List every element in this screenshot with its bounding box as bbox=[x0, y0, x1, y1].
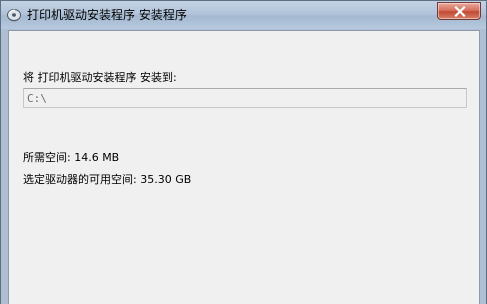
required-space-label: 所需空间: 14.6 MB bbox=[23, 151, 120, 164]
client-area: 将 打印机驱动安装程序 安装到: 所需空间: 14.6 MB 选定驱动器的可用空… bbox=[8, 30, 480, 304]
close-button[interactable] bbox=[437, 2, 481, 20]
window-title: 打印机驱动安装程序 安装程序 bbox=[27, 8, 187, 22]
installer-disc-icon bbox=[6, 7, 22, 23]
available-space-label: 选定驱动器的可用空间: 35.30 GB bbox=[23, 173, 192, 186]
installer-window: 打印机驱动安装程序 安装程序 将 打印机驱动安装程序 安装到: 所需空间: 14… bbox=[0, 0, 487, 304]
title-bar[interactable]: 打印机驱动安装程序 安装程序 bbox=[1, 1, 486, 29]
install-path-field[interactable] bbox=[23, 88, 467, 108]
close-icon bbox=[454, 6, 466, 17]
install-location-label: 将 打印机驱动安装程序 安装到: bbox=[23, 71, 177, 84]
